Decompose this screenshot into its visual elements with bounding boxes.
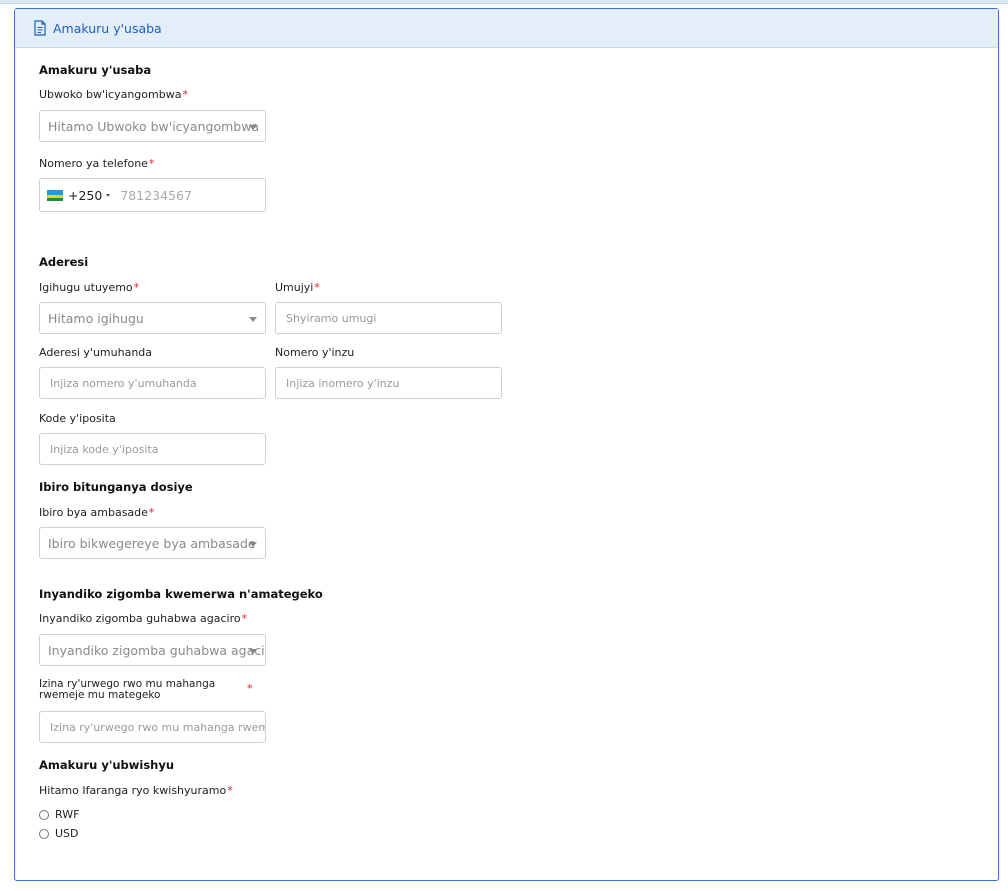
house-number-input[interactable]: Injiza inomero y'inzu [275,367,502,399]
phone-field[interactable]: +250 781234567 [39,178,266,212]
visa-type-select[interactable]: Hitamo Ubwoko bw'icyangombwa [39,110,266,142]
embassy-label: Ibiro bya ambasade* [39,506,155,519]
country-code-dropdown-icon[interactable] [106,193,111,197]
institution-label: Izina ry'urwego rwo mu mahanga rwemeje m… [39,678,216,701]
currency-option-label: RWF [55,808,80,821]
currency-label: Hitamo Ifaranga ryo kwishyuramo* [39,784,233,797]
document-icon [33,20,47,36]
street-label: Aderesi y'umuhanda [39,346,153,359]
legalization-docs-label: Inyandiko zigomba guhabwa agaciro* [39,612,248,625]
section-title-legalization: Inyandiko zigomba kwemerwa n'amategeko [39,587,323,601]
institution-input[interactable]: Izina ry'urwego rwo mu mahanga rwemeje m… [39,711,266,743]
country-select[interactable]: Hitamo igihugu [39,302,266,334]
phone-label: Nomero ya telefone* [39,157,155,170]
house-number-label: Nomero y'inzu [275,346,355,359]
currency-option-rwf[interactable]: RWF [39,808,79,821]
postal-code-input[interactable]: Injiza kode y'iposita [39,433,266,465]
visa-type-placeholder: Hitamo Ubwoko bw'icyangombwa [48,118,260,134]
phone-input[interactable]: 781234567 [120,188,192,203]
city-label: Umujyi* [275,281,320,294]
legalization-docs-select[interactable]: Inyandiko zigomba guhabwa agaciro [39,634,266,666]
chevron-down-icon [249,317,257,322]
section-title-payment: Amakuru y'ubwishyu [39,758,175,772]
card-title: Amakuru y'usaba [53,20,162,36]
chevron-down-icon [249,542,257,547]
rwanda-flag-icon[interactable] [47,189,63,201]
embassy-placeholder: Ibiro bikwegereye bya ambasade [48,535,256,551]
institution-required-mark: * [247,682,253,695]
chevron-down-icon [249,649,257,654]
section-title-applicant: Amakuru y'usaba [39,63,152,77]
radio-button-rwf[interactable] [39,809,49,820]
currency-option-label: USD [55,827,79,840]
street-input[interactable]: Injiza nomero y'umuhanda [39,367,266,399]
country-label: Igihugu utuyemo* [39,281,140,294]
city-input[interactable]: Shyiramo umugi [275,302,502,334]
top-border-line [0,0,1008,4]
applicant-info-card: Amakuru y'usaba Amakuru y'usaba Ubwoko b… [14,8,999,881]
country-code[interactable]: +250 [68,188,102,203]
chevron-down-icon [249,125,257,130]
embassy-select[interactable]: Ibiro bikwegereye bya ambasade [39,527,266,559]
legalization-docs-placeholder: Inyandiko zigomba guhabwa agaciro [48,642,266,658]
country-placeholder: Hitamo igihugu [48,310,144,326]
section-title-address: Aderesi [39,255,89,269]
section-title-office: Ibiro bitunganya dosiye [39,480,193,494]
visa-type-label: Ubwoko bw'icyangombwa* [39,88,188,101]
radio-button-usd[interactable] [39,828,49,839]
currency-option-usd[interactable]: USD [39,827,79,840]
card-header: Amakuru y'usaba [15,9,998,48]
postal-code-label: Kode y'iposita [39,412,116,425]
